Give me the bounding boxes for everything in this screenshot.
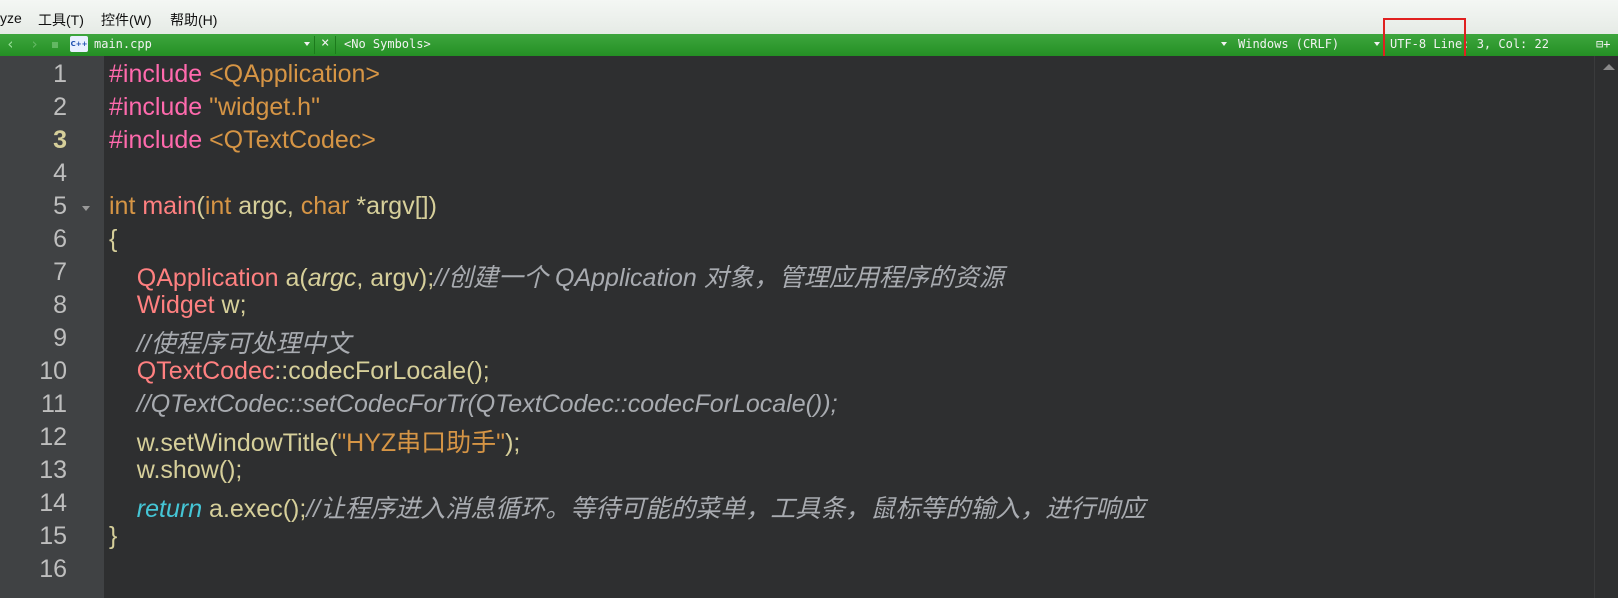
line-ending-dropdown-icon[interactable] [1374, 42, 1380, 46]
file-dropdown-icon[interactable] [304, 42, 310, 46]
symbols-dropdown[interactable]: <No Symbols> [344, 37, 431, 51]
line-number: 9 [53, 324, 67, 352]
code-line: #include "widget.h" [109, 93, 320, 121]
menu-bar: yze 工具(T) 控件(W) 帮助(H) [0, 0, 1618, 34]
line-number: 8 [53, 291, 67, 319]
line-number: 13 [39, 456, 67, 484]
line-number: 14 [39, 489, 67, 517]
line-number: 11 [41, 390, 67, 418]
code-line: w.show(); [136, 456, 243, 484]
line-number: 6 [53, 225, 67, 253]
line-number: 16 [39, 555, 67, 583]
separator [335, 36, 336, 54]
line-ending-selector[interactable]: Windows (CRLF) [1238, 37, 1339, 51]
code-line: return a.exec();//让程序进入消息循环。等待可能的菜单，工具条，… [136, 495, 1146, 523]
code-line: #include <QApplication> [109, 60, 381, 88]
code-line: int main(int argc, char *argv[]) [109, 192, 437, 220]
line-number: 7 [53, 258, 67, 286]
line-number: 2 [53, 93, 67, 121]
line-number: 10 [39, 357, 67, 385]
line-number: 1 [53, 60, 67, 88]
forward-button[interactable]: › [30, 35, 39, 53]
lock-icon [52, 42, 58, 48]
file-name[interactable]: main.cpp [94, 37, 152, 51]
scroll-up-icon[interactable] [1603, 64, 1615, 70]
line-number: 12 [39, 423, 67, 451]
line-number-current: 3 [53, 126, 67, 154]
code-line: } [109, 522, 118, 550]
menu-analyze[interactable]: yze [0, 10, 22, 26]
close-document-button[interactable]: × [321, 35, 329, 51]
line-number: 15 [39, 522, 67, 550]
menu-controls[interactable]: 控件(W) [101, 10, 152, 30]
code-editor[interactable]: #include <QApplication> #include "widget… [104, 56, 1594, 598]
code-line: { [109, 225, 118, 253]
vertical-scrollbar[interactable] [1594, 56, 1618, 598]
code-line-current: #include <QTextCodec> [109, 126, 376, 154]
cpp-file-icon: C++ [70, 36, 88, 52]
menu-tools[interactable]: 工具(T) [38, 10, 84, 30]
editor-toolbar: ‹ › C++ main.cpp × <No Symbols> Windows … [0, 34, 1618, 56]
symbols-dropdown-icon[interactable] [1221, 42, 1227, 46]
encoding-position-indicator[interactable]: UTF-8 Line: 3, Col: 22 [1390, 37, 1549, 51]
separator [314, 36, 315, 54]
code-line: Widget w; [136, 291, 247, 319]
back-button[interactable]: ‹ [6, 35, 15, 53]
line-number: 5 [53, 192, 67, 220]
code-line: w.setWindowTitle("HYZ串口助手"); [136, 429, 521, 457]
split-icon[interactable]: ⊟+ [1596, 37, 1610, 51]
code-line: //使程序可处理中文 [136, 330, 351, 358]
code-line: QApplication a(argc, argv);//创建一个 QAppli… [136, 264, 1004, 292]
fold-marker-icon[interactable] [82, 206, 90, 211]
code-line: QTextCodec::codecForLocale(); [136, 357, 490, 385]
menu-help[interactable]: 帮助(H) [170, 10, 217, 30]
line-number-gutter: 1 2 3 4 5 6 7 8 9 10 11 12 13 14 15 16 [0, 56, 104, 598]
line-number: 4 [53, 159, 67, 187]
code-line: //QTextCodec::setCodecForTr(QTextCodec::… [136, 390, 838, 418]
